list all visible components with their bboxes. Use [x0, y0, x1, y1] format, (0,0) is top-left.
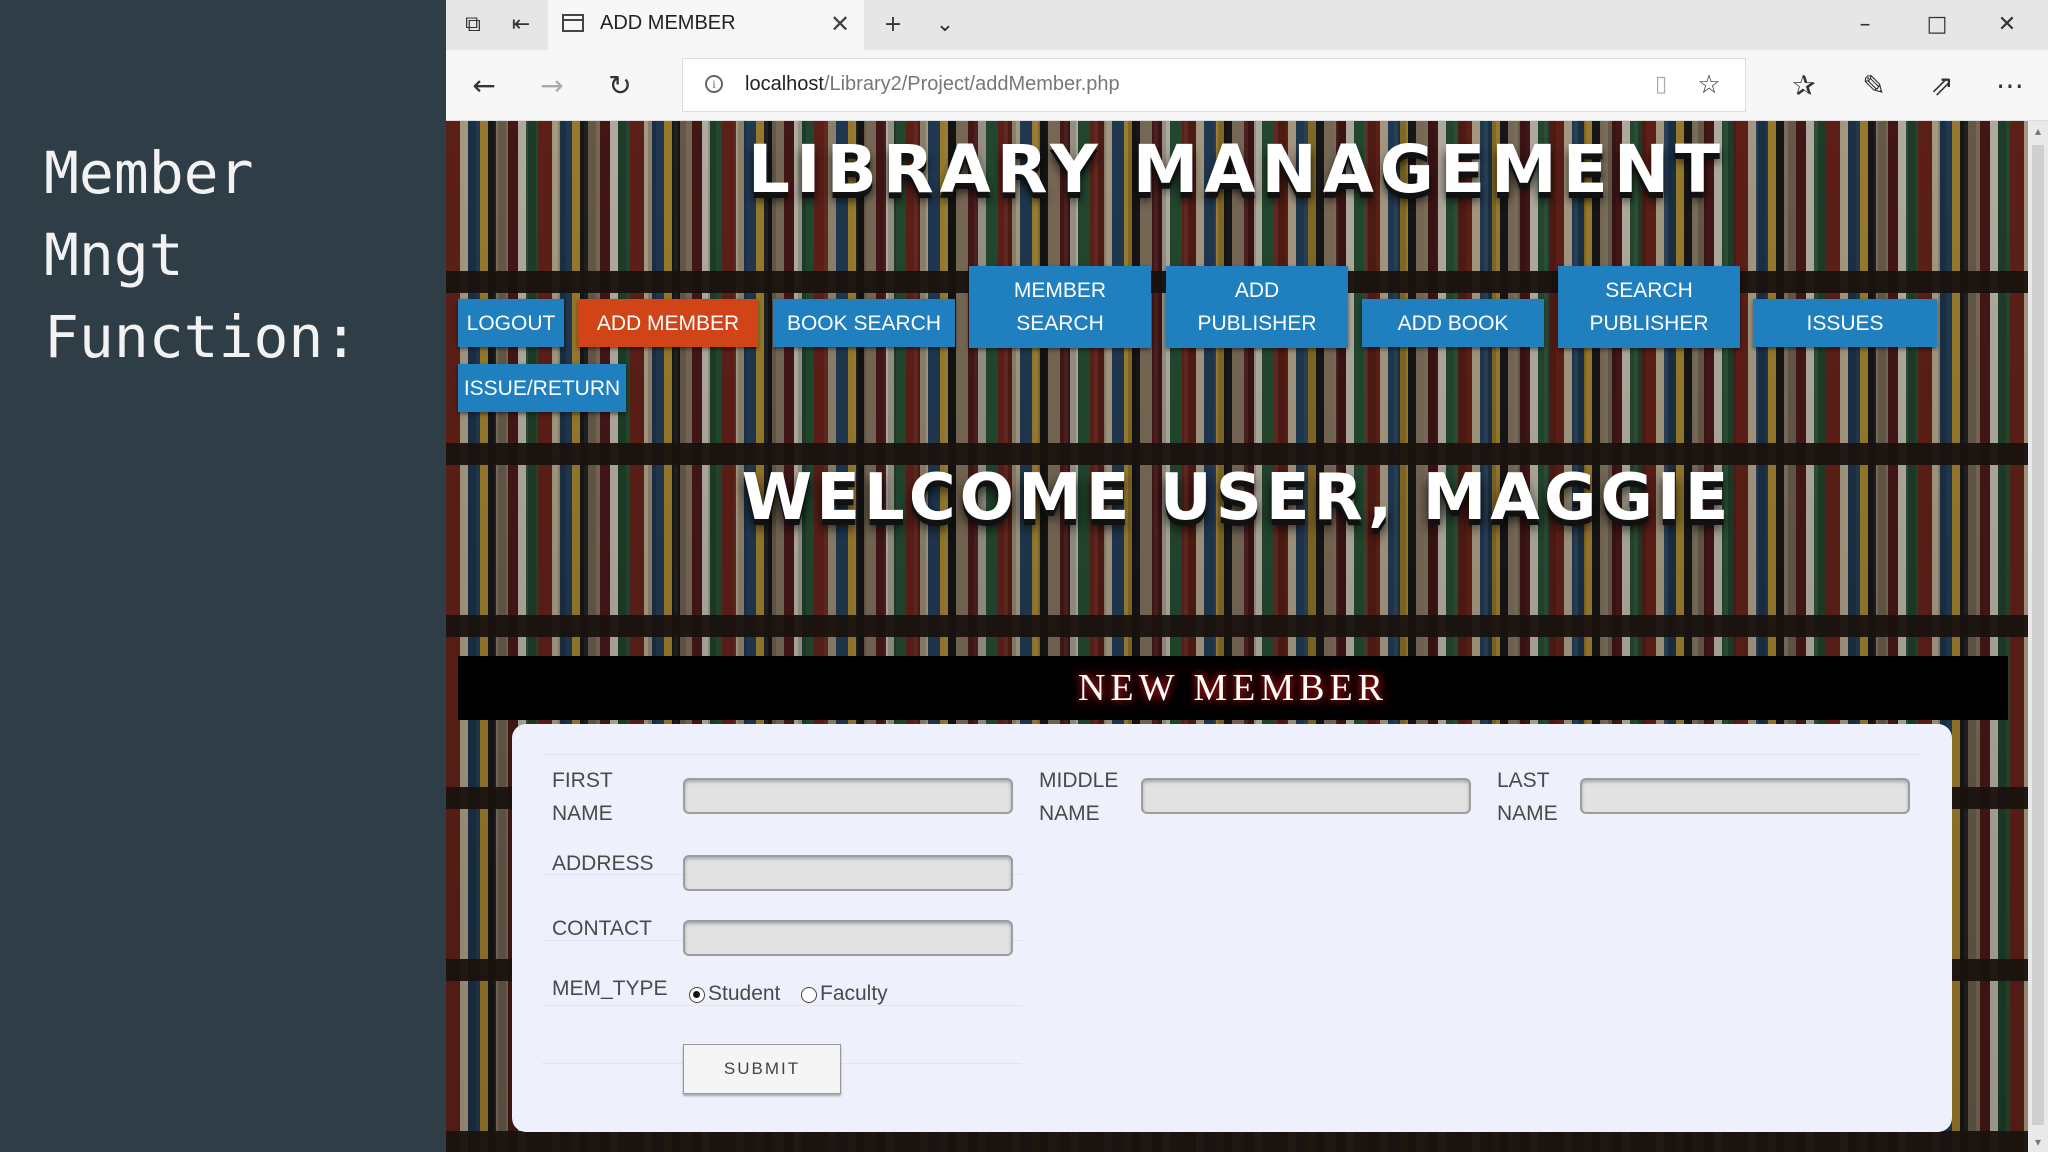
- tab-actions-icon[interactable]: ⧉: [458, 10, 488, 40]
- minimize-icon[interactable]: –: [1850, 10, 1880, 40]
- reading-view-icon[interactable]: ▯: [1649, 73, 1673, 97]
- new-member-form: FIRST NAME MIDDLE NAME LAST NAME ADDRESS…: [512, 724, 1952, 1132]
- welcome-message: WELCOME USER, MAGGIE: [741, 461, 1733, 535]
- row-divider: [542, 1005, 1022, 1006]
- window-close-icon[interactable]: ✕: [1992, 10, 2022, 40]
- pen-icon[interactable]: ✎: [1856, 68, 1892, 104]
- slide-title: Member Mngt Function:: [44, 139, 359, 371]
- mem-type-label: MEM_TYPE: [552, 977, 668, 1000]
- add-member-button[interactable]: ADD MEMBER: [578, 299, 758, 347]
- maximize-icon[interactable]: □: [1922, 10, 1952, 40]
- student-radio[interactable]: [689, 987, 705, 1003]
- browser-window: ⧉ ⇤ ADD MEMBER ✕ + ⌄ – □ ✕ ← → ↻ i local…: [446, 0, 2048, 1152]
- issue-return-button[interactable]: ISSUE/RETURN: [458, 364, 626, 412]
- back-arrow-icon[interactable]: ←: [466, 68, 502, 104]
- first-name-input[interactable]: [683, 778, 1013, 814]
- site-title: LIBRARY MANAGEMENT: [747, 131, 1727, 208]
- first-name-label: FIRST NAME: [552, 769, 613, 825]
- url-path: /Library2/Project/addMember.php: [823, 73, 1120, 95]
- favorites-hub-icon[interactable]: ✰: [1786, 68, 1822, 104]
- tab-add-member[interactable]: ADD MEMBER ✕: [548, 0, 864, 50]
- contact-input[interactable]: [683, 920, 1013, 956]
- search-publisher-button[interactable]: SEARCH PUBLISHER: [1558, 266, 1740, 348]
- scroll-thumb[interactable]: [2032, 145, 2044, 1125]
- forward-arrow-icon[interactable]: →: [534, 68, 570, 104]
- address-input[interactable]: [683, 855, 1013, 891]
- chevron-down-icon[interactable]: ⌄: [930, 10, 960, 40]
- url-text[interactable]: localhost/Library2/Project/addMember.php: [745, 73, 1120, 96]
- share-icon[interactable]: ⇗: [1924, 68, 1960, 104]
- scroll-down-icon[interactable]: ▾: [2032, 1136, 2044, 1148]
- faculty-radio[interactable]: [801, 987, 817, 1003]
- add-book-button[interactable]: ADD BOOK: [1362, 299, 1544, 347]
- tab-title: ADD MEMBER: [600, 12, 736, 34]
- middle-name-label: MIDDLE NAME: [1039, 769, 1119, 825]
- last-name-label: LAST NAME: [1497, 769, 1558, 825]
- faculty-option-label[interactable]: Faculty: [820, 982, 888, 1006]
- form-heading: NEW MEMBER: [1077, 667, 1389, 709]
- more-icon[interactable]: ⋯: [1992, 68, 2028, 104]
- row-divider: [542, 754, 1922, 755]
- new-tab-icon[interactable]: +: [878, 10, 908, 40]
- star-icon[interactable]: ☆: [1695, 71, 1723, 99]
- logout-button[interactable]: LOGOUT: [458, 299, 564, 347]
- form-banner: NEW MEMBER: [458, 656, 2008, 720]
- address-bar[interactable]: i localhost/Library2/Project/addMember.p…: [682, 58, 1746, 112]
- navigation-bar: ← → ↻ i localhost/Library2/Project/addMe…: [446, 50, 2048, 121]
- add-publisher-button[interactable]: ADD PUBLISHER: [1166, 266, 1348, 348]
- vertical-scrollbar[interactable]: ▴ ▾: [2028, 121, 2048, 1152]
- book-search-button[interactable]: BOOK SEARCH: [773, 299, 955, 347]
- url-host: localhost: [745, 73, 824, 95]
- scroll-up-icon[interactable]: ▴: [2032, 125, 2044, 137]
- page-icon: [562, 14, 584, 32]
- last-name-input[interactable]: [1580, 778, 1910, 814]
- student-option-label[interactable]: Student: [708, 982, 780, 1006]
- page-viewport: LIBRARY MANAGEMENT LOGOUT ADD MEMBER BOO…: [446, 121, 2028, 1152]
- contact-label: CONTACT: [552, 917, 652, 940]
- submit-button[interactable]: SUBMIT: [683, 1044, 841, 1094]
- member-search-button[interactable]: MEMBER SEARCH: [969, 266, 1151, 348]
- issues-button[interactable]: ISSUES: [1753, 299, 1937, 347]
- info-icon[interactable]: i: [705, 75, 723, 93]
- slide-panel: Member Mngt Function:: [0, 0, 446, 1152]
- address-label: ADDRESS: [552, 852, 654, 875]
- set-aside-tabs-icon[interactable]: ⇤: [506, 10, 536, 40]
- middle-name-input[interactable]: [1141, 778, 1471, 814]
- tab-bar: ⧉ ⇤ ADD MEMBER ✕ + ⌄ – □ ✕: [446, 0, 2048, 50]
- refresh-icon[interactable]: ↻: [602, 68, 638, 104]
- close-tab-icon[interactable]: ✕: [826, 10, 854, 38]
